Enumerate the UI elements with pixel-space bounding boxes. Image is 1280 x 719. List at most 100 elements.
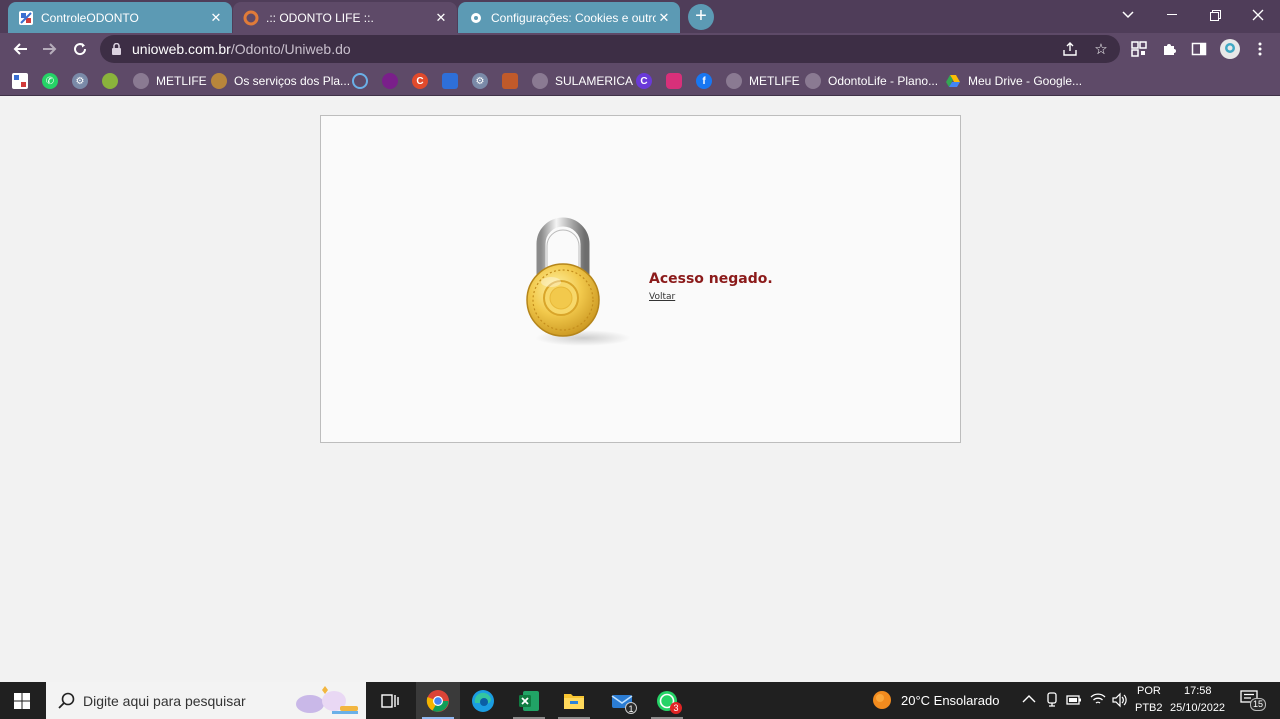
close-icon[interactable]: ✕ [433, 10, 449, 26]
google-drive-icon [945, 73, 961, 89]
bookmark-icon-9: C [412, 73, 428, 89]
new-tab-button[interactable]: + [688, 4, 714, 30]
clock-time[interactable]: 17:58 [1184, 685, 1212, 697]
bookmark-metlife-1[interactable]: METLIFE [133, 70, 207, 92]
url-domain: unioweb.com.br [132, 41, 231, 57]
bookmark-12[interactable] [502, 70, 518, 92]
tab-strip: ControleODONTO ✕ .:: ODONTO LIFE ::. ✕ C… [0, 0, 1280, 33]
settings-gear-icon [468, 10, 484, 26]
meet-now-icon[interactable] [1045, 692, 1059, 708]
bookmark-whatsapp[interactable]: ✆ [42, 70, 58, 92]
facebook-icon: f [696, 73, 712, 89]
bookmark-10[interactable] [442, 70, 458, 92]
bookmark-sun-icon [211, 73, 227, 89]
odonto-life-icon [243, 10, 259, 26]
access-denied-message: Acesso negado. [649, 271, 773, 287]
weather-sun-icon[interactable] [872, 690, 892, 710]
notification-center-button[interactable]: 15 [1240, 690, 1267, 712]
qr-extension-icon[interactable] [1129, 39, 1149, 59]
window-close-icon[interactable] [1236, 0, 1280, 30]
controle-odonto-icon [18, 10, 34, 26]
excel-icon [519, 690, 539, 711]
bookmark-servicos[interactable]: Os serviços dos Pla... [211, 70, 350, 92]
restore-icon[interactable] [1193, 0, 1237, 30]
bookmark-1[interactable] [12, 70, 28, 92]
task-view-icon [381, 693, 399, 708]
taskbar-edge[interactable] [461, 682, 505, 719]
windows-start-button[interactable] [0, 682, 44, 719]
tab-odonto-life[interactable]: .:: ODONTO LIFE ::. ✕ [233, 2, 457, 33]
taskbar-search-box[interactable]: Digite aqui para pesquisar [46, 682, 366, 719]
lock-icon[interactable] [112, 43, 121, 55]
bookmark-odontolife[interactable]: OdontoLife - Plano... [805, 70, 938, 92]
minimize-icon[interactable] [1150, 0, 1194, 30]
back-arrow-icon[interactable] [7, 36, 33, 62]
bookmark-facebook[interactable]: f [696, 70, 712, 92]
instagram-icon [666, 73, 682, 89]
wifi-icon[interactable] [1090, 692, 1106, 706]
bookmark-gear-2[interactable]: ⚙ [472, 70, 488, 92]
taskbar-file-explorer[interactable] [552, 682, 596, 719]
tab-controle-odonto[interactable]: ControleODONTO ✕ [8, 2, 232, 33]
taskbar-chrome[interactable] [416, 682, 460, 719]
battery-icon[interactable] [1066, 694, 1082, 706]
bookmark-4[interactable] [102, 70, 118, 92]
close-icon[interactable]: ✕ [208, 10, 224, 26]
taskbar-mail[interactable]: 1 [600, 682, 644, 719]
clock-date[interactable]: 25/10/2022 [1170, 702, 1225, 714]
bookmark-label: METLIFE [749, 74, 800, 88]
chevron-up-icon[interactable] [1022, 694, 1036, 704]
access-denied-panel: Acesso negado. Voltar [320, 115, 961, 443]
tab-title: .:: ODONTO LIFE ::. [266, 10, 374, 25]
bookmark-label: Os serviços dos Pla... [234, 74, 351, 88]
bookmark-instagram[interactable] [666, 70, 682, 92]
bookmark-sulamerica[interactable]: SULAMERICA [532, 70, 633, 92]
back-link[interactable]: Voltar [649, 292, 675, 302]
volume-icon[interactable] [1111, 692, 1127, 708]
chrome-icon [426, 689, 449, 712]
tab-title: Configurações: Cookies e outros [491, 10, 656, 25]
side-panel-icon[interactable] [1189, 39, 1209, 59]
search-highlight-illustration-icon [296, 686, 358, 714]
tab-search-icon[interactable] [1106, 0, 1150, 30]
globe-icon [805, 73, 821, 89]
bookmark-label: OdontoLife - Plano... [828, 74, 939, 88]
bookmark-gear[interactable]: ⚙ [72, 70, 88, 92]
whatsapp-icon: ✆ [42, 73, 58, 89]
bookmark-9[interactable]: C [412, 70, 428, 92]
tab-settings[interactable]: Configurações: Cookies e outros ✕ [458, 2, 680, 33]
gear-icon-2: ⚙ [472, 73, 488, 89]
taskbar-excel[interactable] [507, 682, 551, 719]
taskbar-whatsapp[interactable]: 3 [645, 682, 689, 719]
extensions-puzzle-icon[interactable] [1159, 39, 1179, 59]
bookmark-icon-8 [382, 73, 398, 89]
padlock-icon [526, 217, 631, 346]
bookmark-search[interactable] [352, 70, 368, 92]
edge-icon [472, 689, 494, 712]
windows-logo-icon [14, 692, 30, 709]
language-top[interactable]: POR [1137, 685, 1161, 697]
windows-taskbar: Digite aqui para pesquisar 1 3 20°C Enso… [0, 682, 1280, 719]
bookmark-8[interactable] [382, 70, 398, 92]
globe-icon [726, 73, 742, 89]
globe-icon [532, 73, 548, 89]
menu-kebab-icon[interactable] [1250, 39, 1270, 59]
bookmark-c-icon: C [636, 73, 652, 89]
forward-arrow-icon[interactable] [37, 36, 63, 62]
close-icon[interactable]: ✕ [656, 10, 672, 26]
url-text: unioweb.com.br/Odonto/Uniweb.do [132, 41, 351, 57]
profile-avatar-icon[interactable] [1219, 38, 1241, 60]
gear-icon: ⚙ [72, 73, 88, 89]
task-view-button[interactable] [368, 682, 412, 719]
weather-text[interactable]: 20°C Ensolarado [901, 693, 999, 708]
bookmark-icon-4 [102, 73, 118, 89]
star-icon[interactable]: ☆ [1091, 39, 1111, 59]
bookmark-meu-drive[interactable]: Meu Drive - Google... [945, 70, 1082, 92]
reload-icon[interactable] [67, 36, 93, 62]
share-icon[interactable] [1060, 39, 1080, 59]
address-bar[interactable]: unioweb.com.br/Odonto/Uniweb.do ☆ [100, 35, 1120, 63]
bookmark-c[interactable]: C [636, 70, 652, 92]
bookmark-metlife-2[interactable]: METLIFE [726, 70, 800, 92]
language-bottom[interactable]: PTB2 [1135, 702, 1163, 714]
bookmark-icon-1 [12, 73, 28, 89]
